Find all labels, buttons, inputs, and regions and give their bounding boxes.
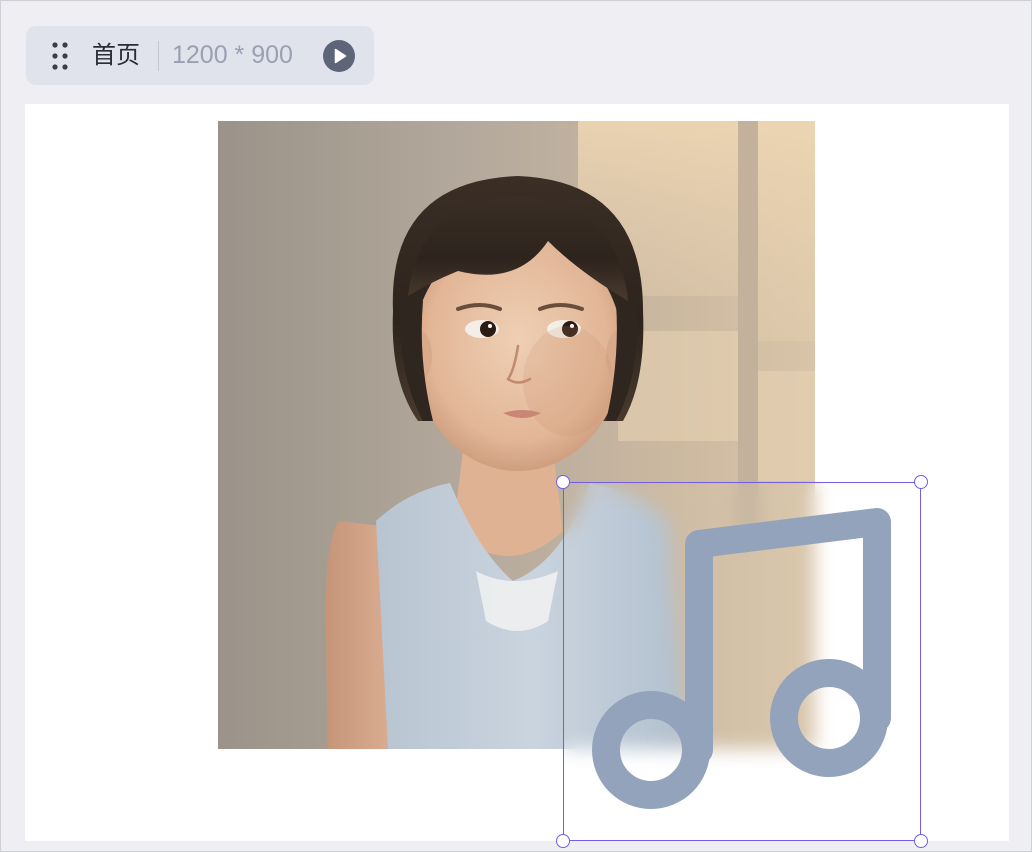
music-note-element[interactable]	[563, 482, 921, 841]
divider	[158, 41, 159, 71]
resize-handle-top-left[interactable]	[556, 475, 570, 489]
page-size: 1200 * 900	[172, 41, 293, 69]
play-icon	[334, 48, 347, 64]
editor-workspace: 首页 1200 * 900	[0, 0, 1032, 852]
resize-handle-top-right[interactable]	[914, 475, 928, 489]
page-tab[interactable]: 首页 1200 * 900	[26, 26, 374, 85]
resize-handle-bottom-right[interactable]	[914, 834, 928, 848]
play-button[interactable]	[323, 40, 355, 72]
design-canvas[interactable]	[25, 104, 1009, 841]
drag-handle-icon[interactable]	[51, 41, 69, 71]
resize-handle-bottom-left[interactable]	[556, 834, 570, 848]
page-name[interactable]: 首页	[92, 26, 140, 85]
music-note-icon	[592, 508, 891, 809]
